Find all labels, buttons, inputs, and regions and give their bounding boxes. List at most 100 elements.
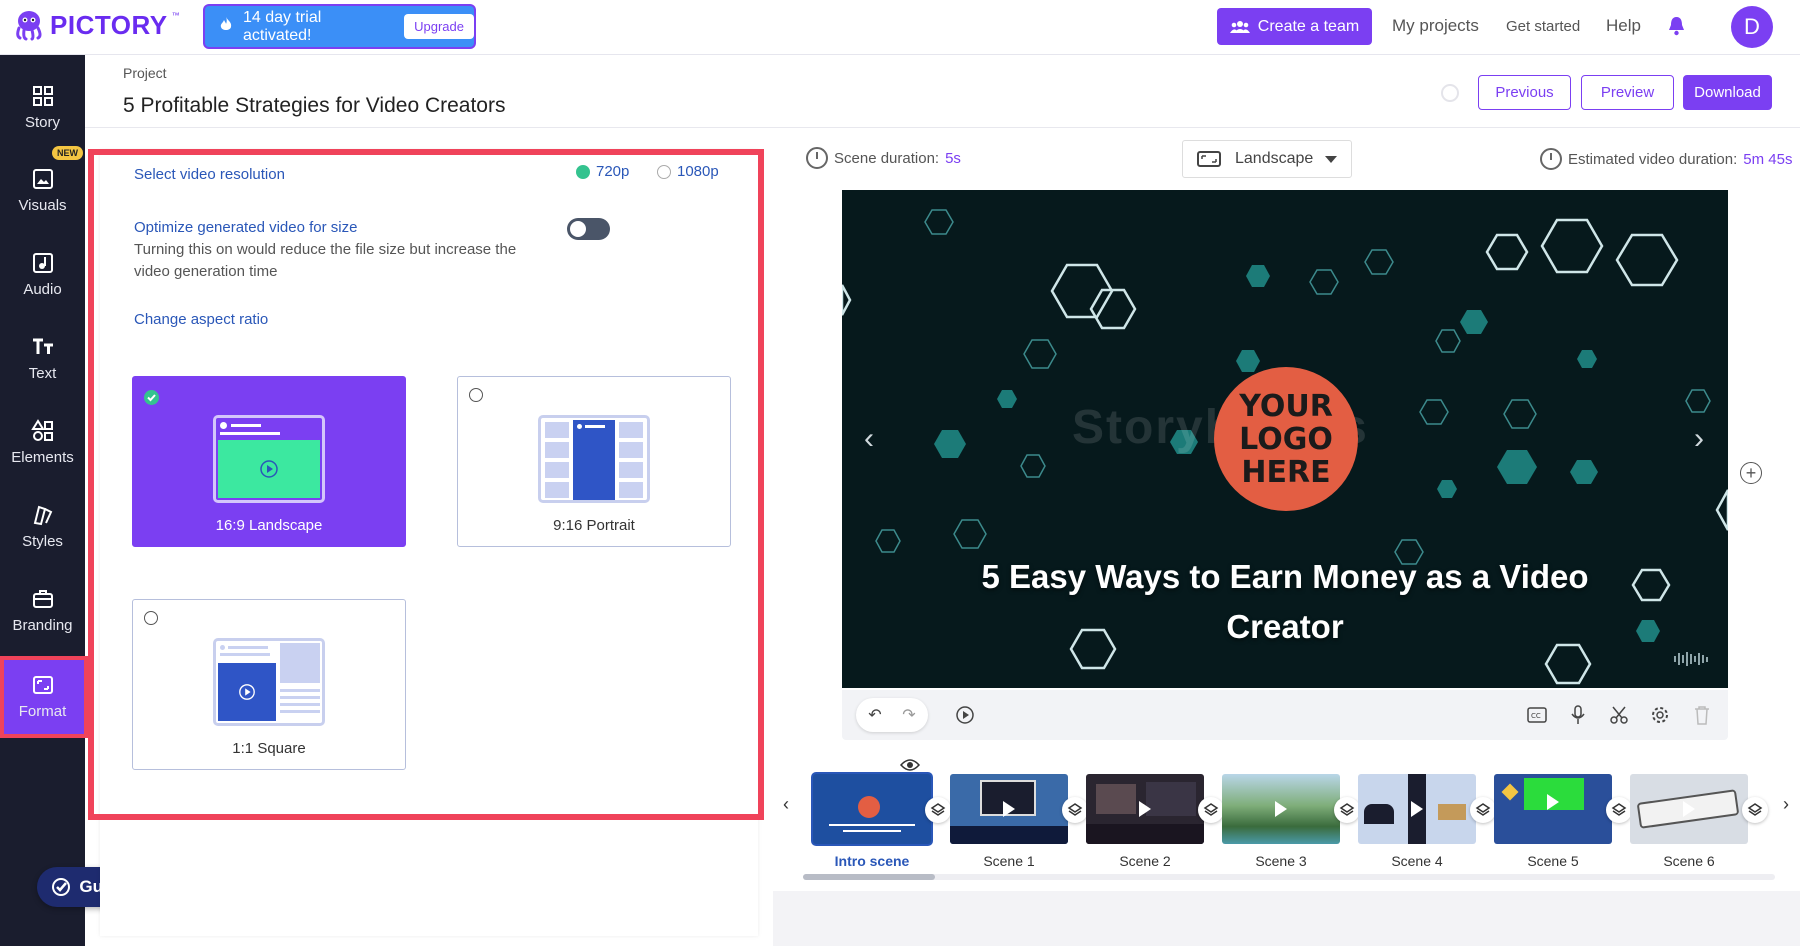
layers-icon[interactable] — [1742, 797, 1768, 823]
layers-icon[interactable] — [1198, 797, 1224, 823]
previous-button[interactable]: Previous — [1478, 75, 1571, 110]
nav-my-projects[interactable]: My projects — [1392, 16, 1479, 36]
scene-card-1[interactable]: Scene 1 — [950, 774, 1068, 869]
scene-duration-value: 5s — [945, 149, 961, 167]
timeline-next-icon[interactable]: › — [1783, 794, 1789, 815]
aspect-ratio-label: Change aspect ratio — [134, 311, 269, 328]
optimize-label: Optimize generated video for size — [134, 219, 358, 236]
scene-name: Scene 2 — [1119, 853, 1171, 869]
team-icon — [1229, 20, 1250, 33]
layout-dropdown[interactable]: Landscape — [1182, 140, 1352, 178]
aspect-card-landscape[interactable]: 16:9 Landscape — [132, 376, 406, 547]
upgrade-button[interactable]: Upgrade — [404, 14, 474, 39]
nav-get-started[interactable]: Get started — [1506, 18, 1580, 35]
microphone-icon[interactable] — [1565, 702, 1591, 728]
scene-card-2[interactable]: Scene 2 — [1086, 774, 1204, 869]
sidebar-item-audio[interactable]: Audio — [0, 239, 85, 309]
play-icon[interactable] — [952, 702, 978, 728]
add-scene-icon[interactable]: + — [1740, 462, 1762, 484]
pictory-logo[interactable]: PICTORY ™ — [12, 8, 180, 42]
scrollbar-thumb[interactable] — [803, 874, 935, 880]
sidebar-item-story[interactable]: Story — [0, 72, 85, 142]
branding-icon — [32, 589, 53, 608]
scene-card-6[interactable]: Scene 6 — [1630, 774, 1748, 869]
resolution-option-720p[interactable]: 720p — [576, 163, 629, 180]
scene-duration[interactable]: Scene duration: 5s — [806, 147, 961, 169]
aspect-card-label: 1:1 Square — [232, 740, 306, 757]
create-team-label: Create a team — [1257, 17, 1360, 35]
logo-placeholder[interactable]: YOUR LOGO HERE — [1214, 367, 1358, 511]
aspect-card-square[interactable]: 1:1 Square — [132, 599, 406, 770]
layers-icon[interactable] — [1470, 797, 1496, 823]
chevron-left-icon[interactable]: ‹ — [864, 422, 874, 456]
scene-duration-label: Scene duration: — [834, 149, 940, 167]
scissors-icon[interactable] — [1606, 702, 1632, 728]
user-avatar[interactable]: D — [1731, 6, 1773, 48]
undo-redo-group: ↶ ↷ — [856, 698, 928, 732]
layers-icon[interactable] — [1062, 797, 1088, 823]
header-divider — [85, 127, 1800, 128]
video-preview[interactable]: Storyblocks YOUR LOGO HERE 5 Easy Ways t… — [842, 190, 1728, 688]
eye-icon[interactable] — [899, 758, 921, 775]
scene-card-5[interactable]: Scene 5 — [1494, 774, 1612, 869]
download-button[interactable]: Download — [1683, 75, 1772, 110]
captions-icon[interactable]: CC — [1524, 702, 1550, 728]
layers-icon[interactable] — [1606, 797, 1632, 823]
redo-icon[interactable]: ↷ — [896, 702, 922, 728]
nav-help[interactable]: Help — [1606, 16, 1641, 36]
preview-title-text[interactable]: 5 Easy Ways to Earn Money as a Video Cre… — [972, 552, 1598, 652]
timeline-scrollbar[interactable] — [803, 874, 1775, 880]
scene-name: Scene 6 — [1663, 853, 1715, 869]
text-icon — [32, 338, 53, 354]
create-team-button[interactable]: Create a team — [1217, 8, 1372, 45]
radio-empty-icon — [469, 388, 483, 402]
sidebar-item-text[interactable]: Text — [0, 323, 85, 393]
aspect-card-portrait[interactable]: 9:16 Portrait — [457, 376, 731, 547]
bell-icon[interactable] — [1668, 16, 1685, 41]
preview-button[interactable]: Preview — [1581, 75, 1674, 110]
scene-card-4[interactable]: Scene 4 — [1358, 774, 1476, 869]
undo-icon[interactable]: ↶ — [862, 702, 888, 728]
format-highlight-frame — [0, 656, 88, 738]
estimated-duration-label: Estimated video duration: — [1568, 150, 1738, 168]
layers-icon[interactable] — [1334, 797, 1360, 823]
story-icon — [32, 85, 53, 106]
scene-card-3[interactable]: Scene 3 — [1222, 774, 1340, 869]
sidebar-item-visuals[interactable]: Visuals — [0, 155, 85, 225]
svg-text:CC: CC — [1531, 712, 1541, 720]
layers-icon[interactable] — [925, 797, 951, 823]
loading-spinner — [1441, 84, 1459, 102]
settings-gear-icon[interactable] — [1647, 702, 1673, 728]
scene-name: Scene 5 — [1527, 853, 1579, 869]
logo-trademark: ™ — [171, 10, 180, 20]
project-title[interactable]: 5 Profitable Strategies for Video Creato… — [123, 94, 505, 118]
timeline-prev-icon[interactable]: ‹ — [783, 794, 789, 815]
audio-wave-icon — [1674, 652, 1708, 666]
trial-banner: 14 day trial activated! Upgrade — [205, 6, 474, 47]
trash-icon[interactable] — [1689, 702, 1715, 728]
clock-icon — [806, 147, 828, 169]
sidebar-item-styles[interactable]: Styles — [0, 491, 85, 561]
scene-thumbnail — [1358, 774, 1476, 844]
aspect-card-label: 16:9 Landscape — [215, 517, 323, 534]
scene-card-intro[interactable]: Intro scene — [813, 774, 931, 869]
sidebar-item-elements[interactable]: Elements — [0, 407, 85, 477]
sidebar-item-label: Branding — [12, 616, 73, 634]
elements-icon — [30, 418, 53, 441]
play-circle-icon — [260, 460, 278, 478]
selected-check-icon — [144, 390, 159, 405]
logo-text: PICTORY — [50, 9, 168, 40]
aspect-card-label: 9:16 Portrait — [553, 517, 635, 534]
resolution-option-1080p[interactable]: 1080p — [657, 163, 719, 180]
flame-icon — [219, 16, 233, 37]
optimize-toggle[interactable] — [567, 218, 610, 240]
scene-name: Scene 3 — [1255, 853, 1307, 869]
optimize-description: Turning this on would reduce the file si… — [134, 241, 517, 280]
check-badge-icon — [52, 878, 71, 896]
sidebar-item-label: Audio — [23, 280, 62, 298]
chevron-right-icon[interactable]: › — [1694, 422, 1704, 456]
toggle-knob — [570, 221, 586, 237]
audio-icon — [32, 252, 53, 273]
resolution-option-label: 720p — [596, 163, 630, 180]
sidebar-item-branding[interactable]: Branding — [0, 575, 85, 645]
